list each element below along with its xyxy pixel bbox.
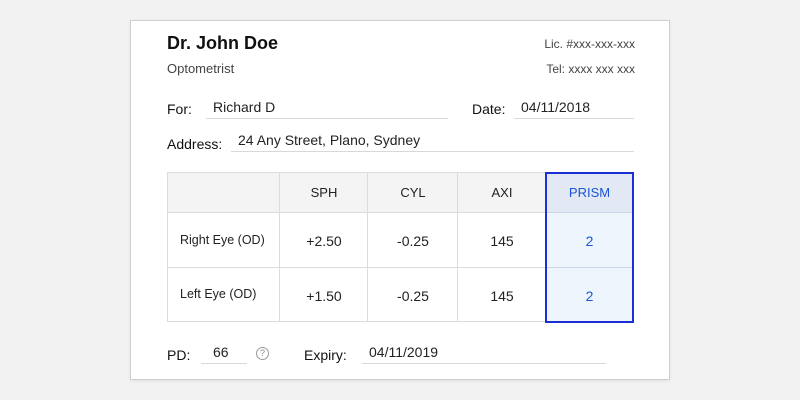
header-axi: AXI bbox=[491, 185, 513, 200]
right-eye-prism[interactable]: 2 bbox=[547, 233, 632, 249]
prescription-card: Dr. John Doe Optometrist Lic. #xxx-xxx-x… bbox=[130, 20, 670, 380]
patient-name-field[interactable]: Richard D bbox=[206, 97, 448, 119]
date-label: Date: bbox=[472, 101, 506, 117]
prism-column-highlight[interactable]: PRISM 2 2 bbox=[545, 172, 634, 323]
header-prism: PRISM bbox=[568, 185, 611, 200]
prescriber-role: Optometrist bbox=[167, 61, 235, 76]
question-circle-icon[interactable]: ? bbox=[256, 347, 269, 360]
left-eye-cyl[interactable]: -0.25 bbox=[368, 288, 458, 304]
phone-number: Tel: xxxx xxx xxx bbox=[546, 62, 635, 76]
left-eye-sph[interactable]: +1.50 bbox=[280, 288, 368, 304]
left-eye-prism[interactable]: 2 bbox=[547, 288, 632, 304]
left-eye-axi[interactable]: 145 bbox=[458, 288, 546, 304]
right-eye-cyl[interactable]: -0.25 bbox=[368, 233, 458, 249]
address-field[interactable]: 24 Any Street, Plano, Sydney bbox=[231, 130, 634, 152]
for-label: For: bbox=[167, 101, 192, 117]
prism-row-divider bbox=[547, 267, 632, 268]
expiry-field[interactable]: 04/11/2019 bbox=[362, 342, 606, 364]
license-number: Lic. #xxx-xxx-xxx bbox=[544, 37, 635, 51]
pd-field[interactable]: 66 bbox=[201, 342, 247, 364]
pd-label: PD: bbox=[167, 347, 191, 363]
address-label: Address: bbox=[167, 136, 223, 152]
row-label-right-eye: Right Eye (OD) bbox=[180, 233, 265, 247]
header-cyl: CYL bbox=[400, 185, 426, 200]
prescriber-name: Dr. John Doe bbox=[167, 33, 279, 53]
right-eye-sph[interactable]: +2.50 bbox=[280, 233, 368, 249]
right-eye-axi[interactable]: 145 bbox=[458, 233, 546, 249]
expiry-label: Expiry: bbox=[304, 347, 347, 363]
row-label-left-eye: Left Eye (OD) bbox=[180, 287, 257, 301]
prism-row-divider bbox=[547, 212, 632, 213]
date-field[interactable]: 04/11/2018 bbox=[514, 97, 634, 119]
header-sph: SPH bbox=[310, 185, 338, 200]
